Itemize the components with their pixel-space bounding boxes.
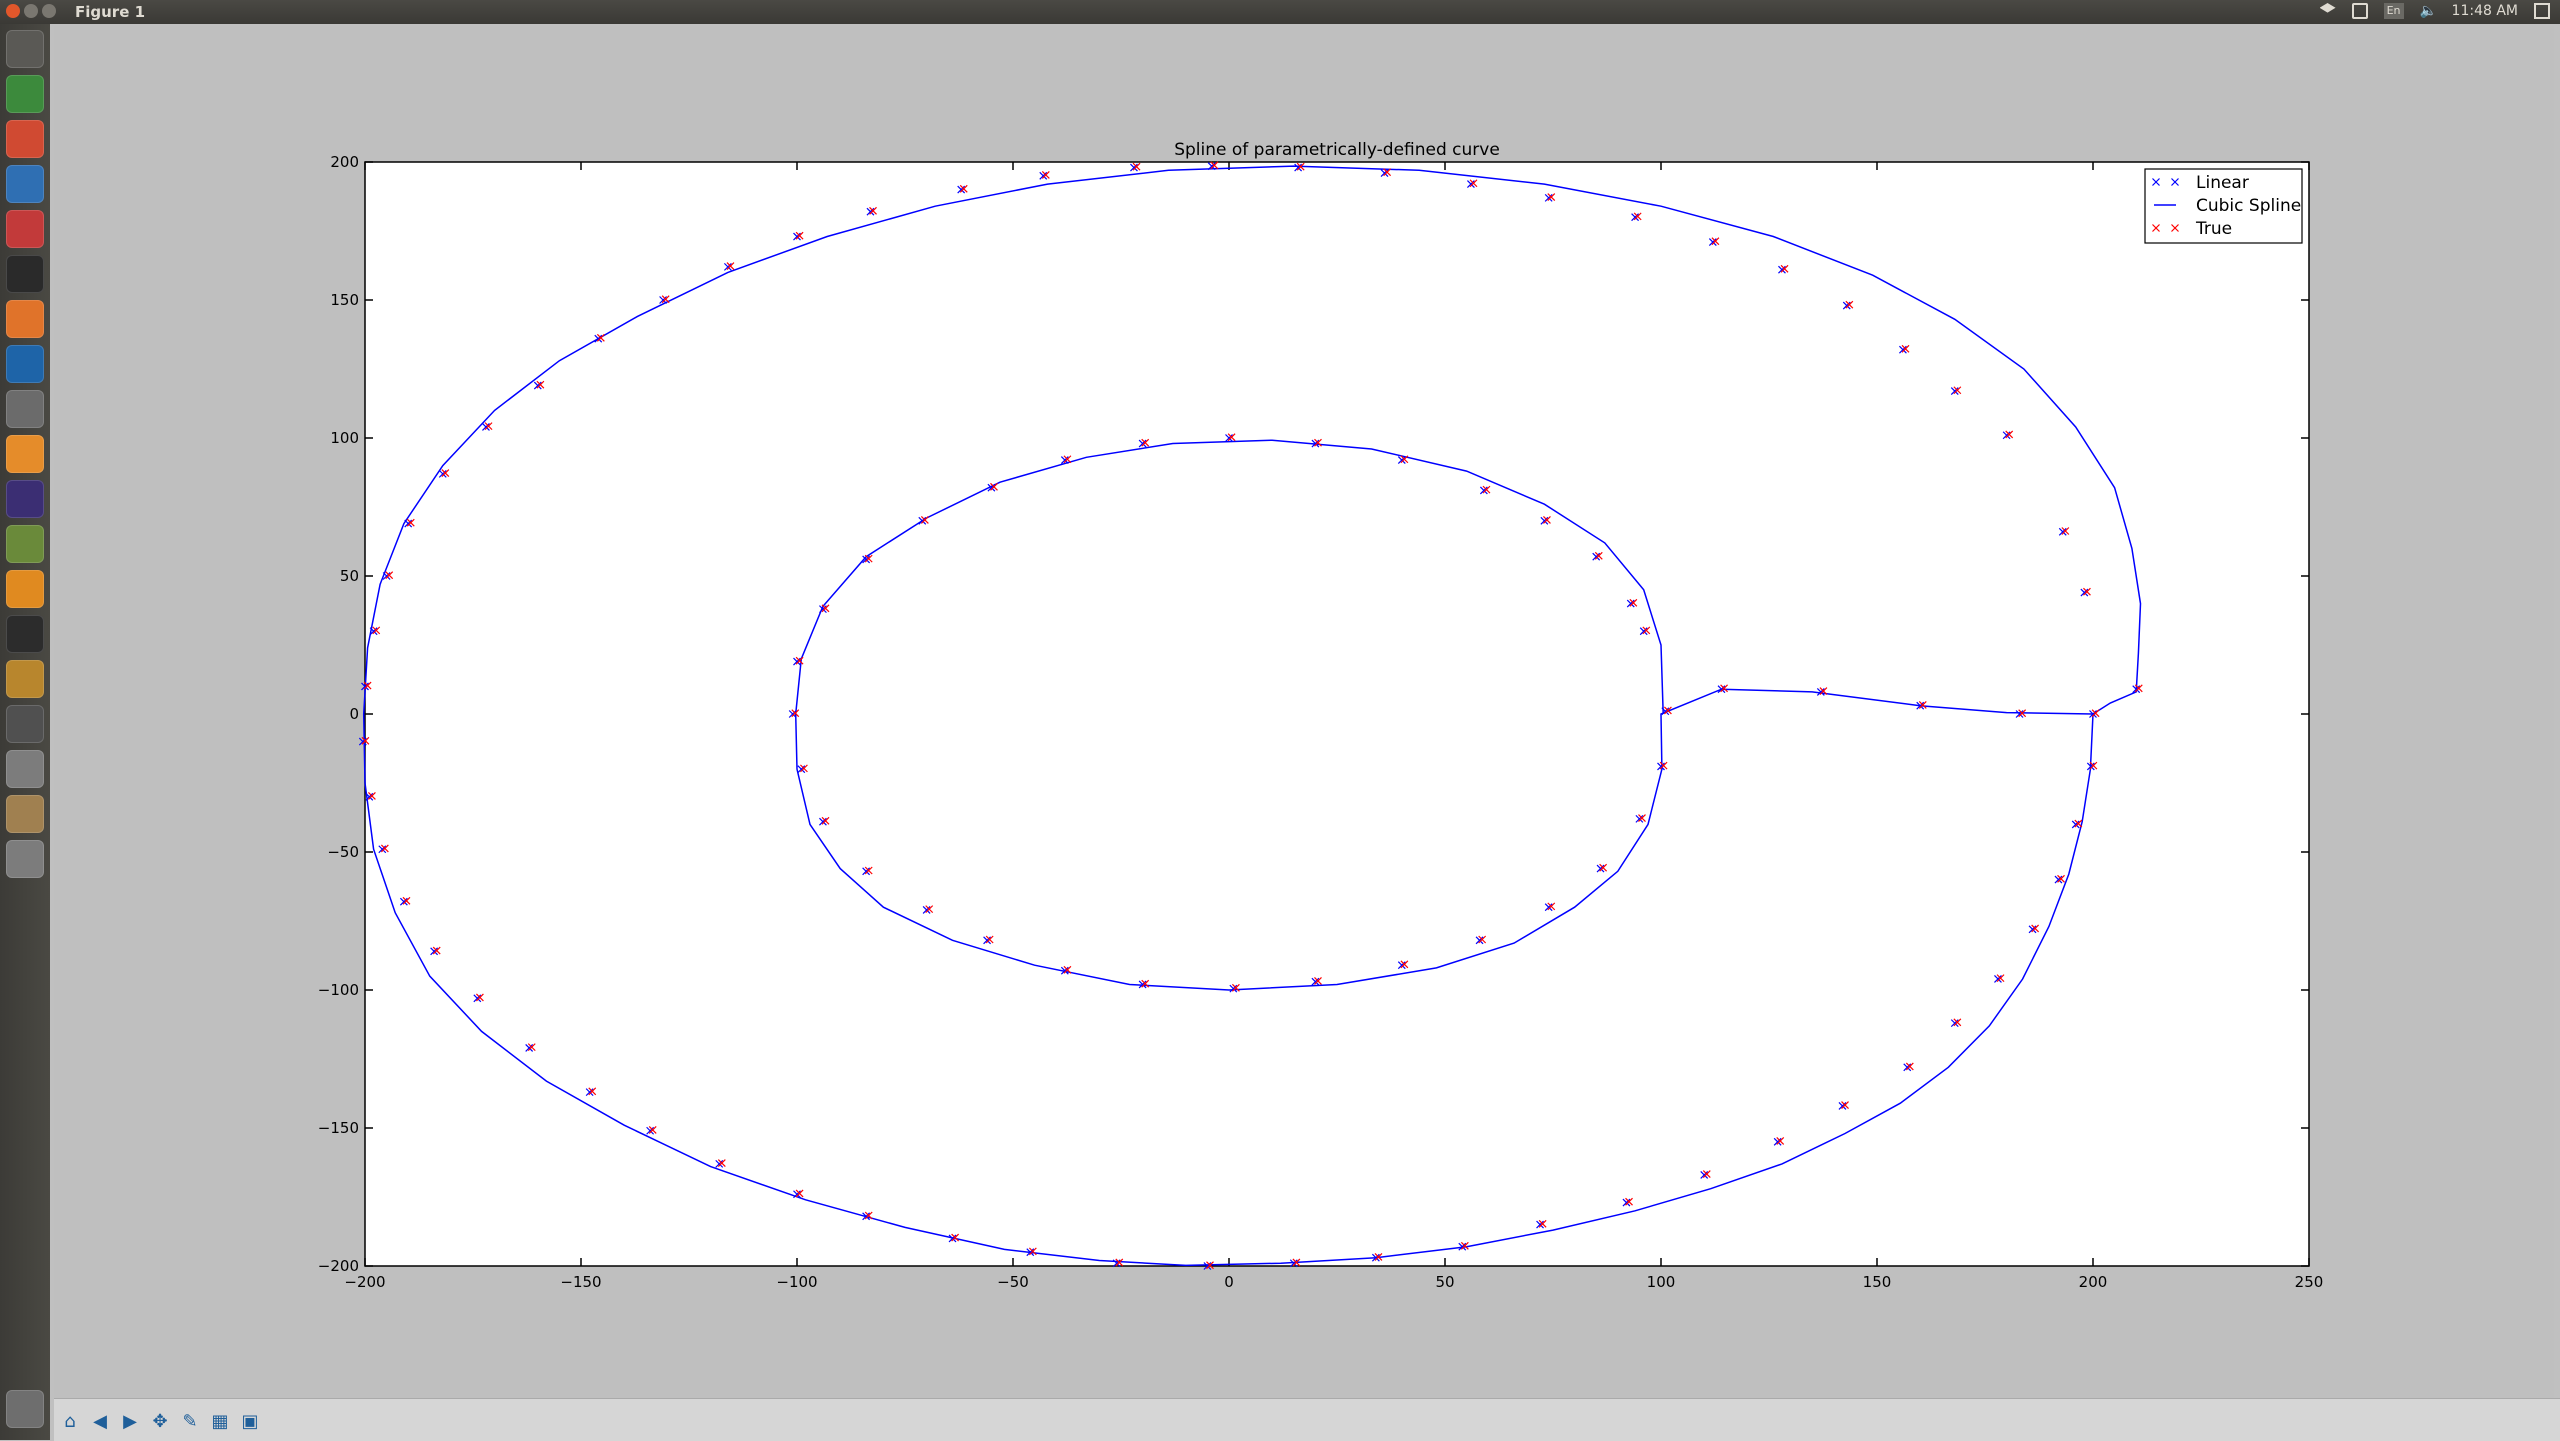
y-tick-label: 50 <box>340 567 359 585</box>
y-tick-label: 150 <box>330 291 359 309</box>
y-tick-label: 200 <box>330 153 359 171</box>
clock[interactable]: 11:48 AM <box>2452 3 2518 19</box>
legend-label: Linear <box>2196 173 2249 193</box>
pan-icon[interactable]: ✥ <box>148 1409 172 1433</box>
forward-icon[interactable]: ▶ <box>118 1409 142 1433</box>
launcher-eclipse-icon[interactable] <box>6 480 44 518</box>
dropbox-icon[interactable] <box>2319 3 2336 13</box>
x-tick-label: 0 <box>1224 1273 1234 1291</box>
plot-svg: Spline of parametrically-defined curve −… <box>318 140 2324 1291</box>
system-tray: En 🔈 11:48 AM <box>2319 3 2550 19</box>
x-tick-label: −150 <box>560 1273 601 1291</box>
launcher-terminal-icon[interactable] <box>6 615 44 653</box>
launcher-gimp-icon[interactable] <box>6 525 44 563</box>
configure-subplots-icon[interactable]: ▦ <box>208 1409 232 1433</box>
x-tick-label: −100 <box>776 1273 817 1291</box>
legend-label: Cubic Spline <box>2196 196 2301 216</box>
y-tick-label: −100 <box>318 981 359 999</box>
messaging-icon[interactable] <box>2351 3 2368 19</box>
launcher-files-icon[interactable] <box>6 795 44 833</box>
launcher-blender-icon[interactable] <box>6 435 44 473</box>
launcher-oscilloscope-app-icon[interactable] <box>6 660 44 698</box>
x-tick-label: −50 <box>997 1273 1029 1291</box>
y-tick-label: −150 <box>318 1119 359 1137</box>
legend: Linear Cubic Spline True <box>2144 168 2303 244</box>
launcher-system-tools-icon[interactable] <box>6 390 44 428</box>
navigation-toolbar: ⌂ ◀ ▶ ✥ ✎ ▦ ▣ <box>54 1398 2560 1441</box>
launcher-dash-home-icon[interactable] <box>6 30 44 68</box>
launcher-workspace-switcher-icon[interactable] <box>6 705 44 743</box>
maximize-window-button[interactable] <box>42 4 56 18</box>
y-tick-label: 0 <box>349 705 359 723</box>
window-controls <box>6 4 56 18</box>
window-title: Figure 1 <box>75 3 146 21</box>
volume-icon[interactable]: 🔈 <box>2420 3 2437 19</box>
home-icon[interactable]: ⌂ <box>58 1409 82 1433</box>
legend-label: True <box>2195 219 2232 239</box>
launcher-steam-icon[interactable] <box>6 255 44 293</box>
y-tick-label: −50 <box>327 843 359 861</box>
x-tick-label: −200 <box>344 1273 385 1291</box>
x-tick-label: 250 <box>2295 1273 2324 1291</box>
top-panel: Figure 1 En 🔈 11:48 AM <box>0 0 2560 24</box>
launcher-chrome-browser-icon[interactable] <box>6 120 44 158</box>
chart-title: Spline of parametrically-defined curve <box>1174 140 1500 160</box>
y-tick-label: 100 <box>330 429 359 447</box>
zoom-icon[interactable]: ✎ <box>178 1409 202 1433</box>
close-window-button[interactable] <box>6 4 20 18</box>
launcher-libreoffice-draw-icon[interactable] <box>6 165 44 203</box>
launcher-drive-1-icon[interactable] <box>6 750 44 788</box>
launcher-trash-icon[interactable] <box>6 1390 44 1428</box>
x-tick-label: 50 <box>1435 1273 1454 1291</box>
keyboard-indicator[interactable]: En <box>2383 3 2404 19</box>
plot-area <box>364 161 2310 1267</box>
launcher <box>0 24 50 1440</box>
launcher-calculator-icon[interactable] <box>6 210 44 248</box>
x-tick-label: 100 <box>1647 1273 1676 1291</box>
y-tick-label: −200 <box>318 1257 359 1275</box>
x-tick-label: 150 <box>1863 1273 1892 1291</box>
x-tick-label: 200 <box>2079 1273 2108 1291</box>
save-icon[interactable]: ▣ <box>238 1409 262 1433</box>
launcher-atom-app-icon[interactable] <box>6 75 44 113</box>
launcher-sublime-text-icon[interactable] <box>6 570 44 608</box>
launcher-firefox-icon[interactable] <box>6 300 44 338</box>
session-icon[interactable] <box>2534 3 2550 19</box>
back-icon[interactable]: ◀ <box>88 1409 112 1433</box>
minimize-window-button[interactable] <box>24 4 38 18</box>
launcher-drive-2-icon[interactable] <box>6 840 44 878</box>
launcher-virtualbox-icon[interactable] <box>6 345 44 383</box>
figure-canvas: Spline of parametrically-defined curve −… <box>54 26 2554 1398</box>
